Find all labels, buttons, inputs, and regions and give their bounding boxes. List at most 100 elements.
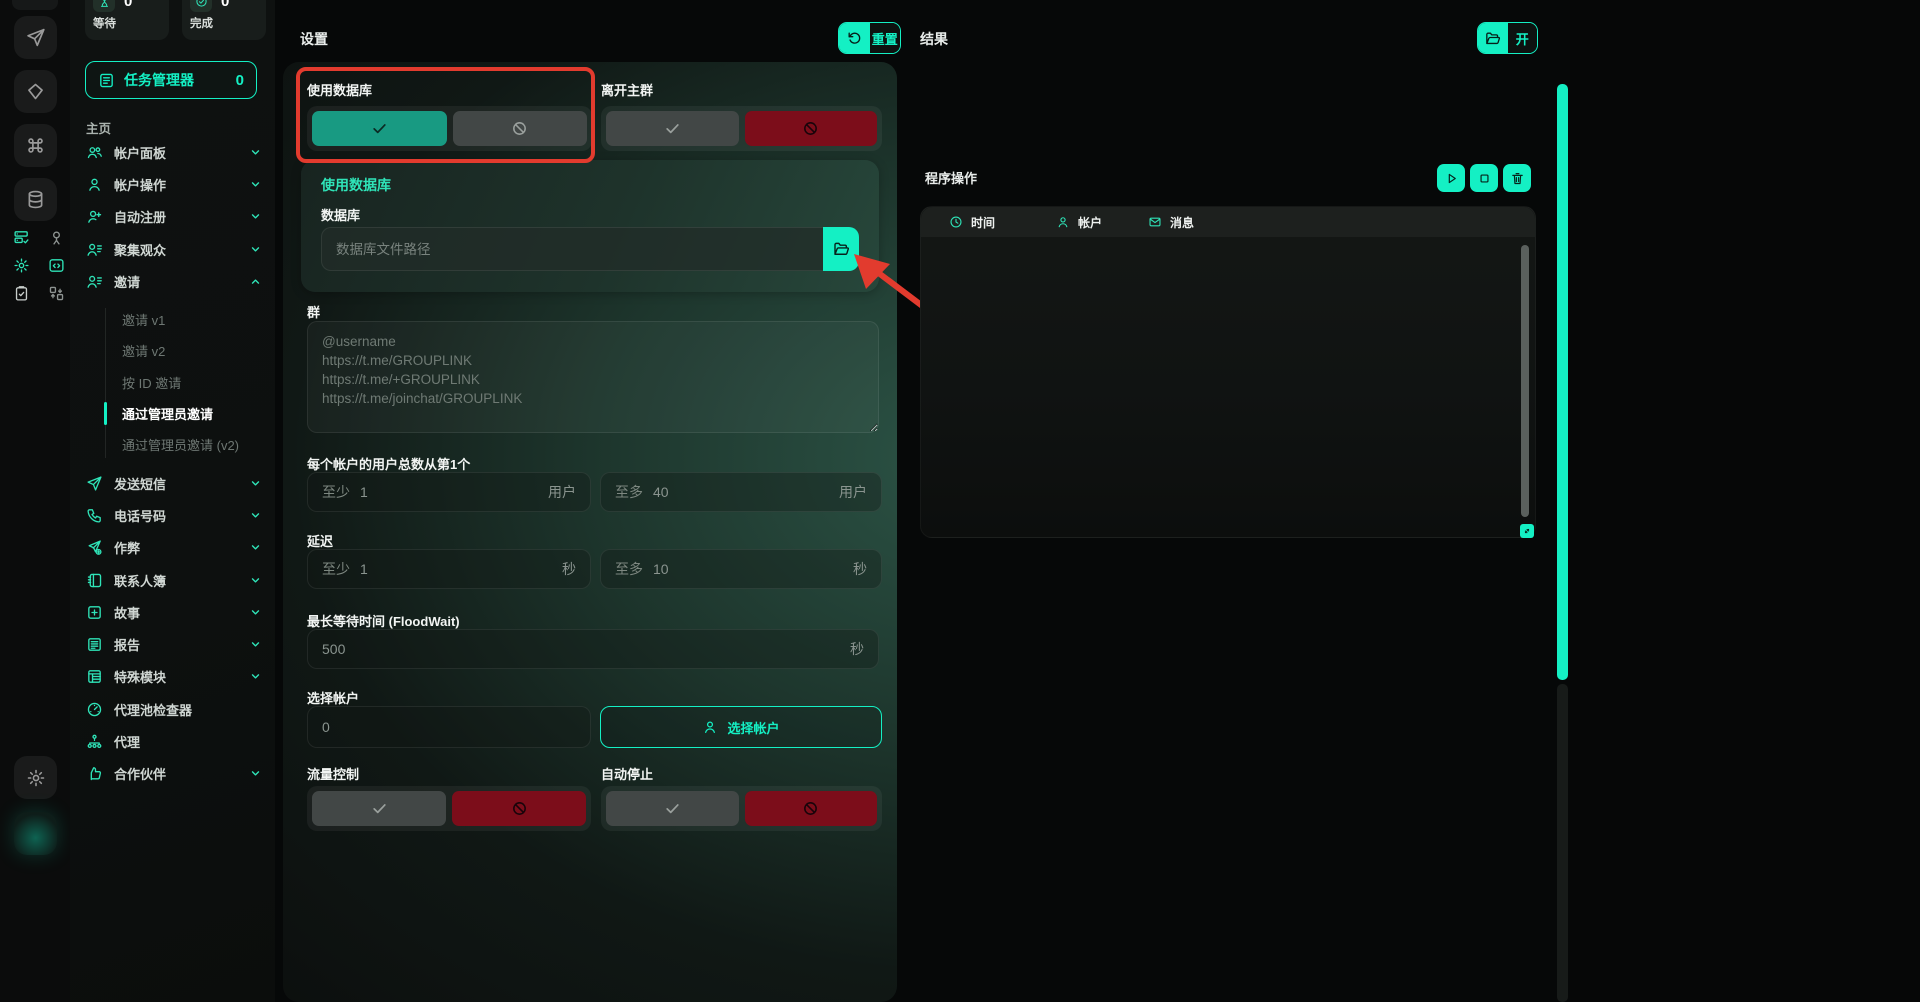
sidebar-item-label: 故事 [114, 603, 140, 622]
submenu-item-label: 邀请 v2 [122, 341, 165, 360]
gear-icon [26, 768, 46, 788]
gear-icon[interactable] [13, 257, 30, 274]
sidebar-item[interactable]: 特殊模块 [70, 661, 275, 693]
submenu-item[interactable]: 按 ID 邀请 [70, 367, 275, 398]
unit-suffix: 秒 [850, 639, 864, 659]
sidebar-item[interactable]: 帐户面板 [70, 136, 275, 168]
user-list-icon [86, 273, 103, 290]
sidebar-item[interactable]: 电话号码 [70, 499, 275, 531]
sidebar-item-home[interactable]: 主页 [86, 118, 111, 137]
floodwait-input[interactable]: 500 秒 [307, 629, 879, 669]
leave-group-no-button[interactable] [745, 111, 878, 146]
table-column-时间: 时间 [949, 214, 1056, 231]
clipboard-check-icon[interactable] [13, 285, 30, 302]
sidebar-item[interactable]: 报告 [70, 628, 275, 660]
chevron-down-icon [250, 639, 261, 650]
sidebar-item[interactable]: 邀请 [70, 265, 275, 297]
modules-icon [86, 668, 103, 685]
operations-label: 程序操作 [925, 168, 977, 187]
leave-group-yes-button[interactable] [606, 111, 739, 146]
users-max-input[interactable]: 至多 40 用户 [600, 472, 882, 512]
auto-stop-yes-button[interactable] [606, 791, 739, 826]
submenu-item[interactable]: 通过管理员邀请 (v2) [70, 429, 275, 460]
account-count-value: 0 [322, 719, 330, 735]
sidebar-item[interactable]: 合作伙伴 [70, 758, 275, 790]
use-database-yes-button[interactable] [312, 111, 447, 146]
delay-min-input[interactable]: 至少 1 秒 [307, 549, 591, 589]
sidebar-item-label: 发送短信 [114, 474, 166, 493]
rail-button-paper-plane-icon[interactable] [14, 16, 57, 59]
database-path-input[interactable] [321, 227, 823, 271]
user-icon [702, 719, 718, 735]
sidebar-item-label: 帐户操作 [114, 175, 166, 194]
table-scrollbar[interactable] [1521, 245, 1529, 517]
use-database-no-button[interactable] [453, 111, 588, 146]
reset-button[interactable]: 重置 [838, 22, 901, 54]
check-icon [371, 800, 388, 817]
sidebar-item[interactable]: 代理 [70, 725, 275, 757]
resize-icon [1522, 526, 1532, 536]
account-count-input[interactable]: 0 [307, 706, 591, 748]
user-search-icon[interactable] [48, 229, 65, 246]
server-check-icon[interactable] [13, 229, 30, 246]
group-links-textarea[interactable] [307, 321, 879, 433]
task-manager-label: 任务管理器 [124, 70, 194, 90]
glow-button[interactable] [14, 812, 57, 855]
window-scrollbar-track[interactable] [1557, 684, 1568, 1002]
rail-button-command-icon[interactable] [14, 124, 57, 167]
sidebar-item[interactable]: 代理池检查器 [70, 693, 275, 725]
sidebar-item[interactable]: 作弊 [70, 532, 275, 564]
delay-max-input[interactable]: 至多 10 秒 [600, 549, 882, 589]
task-list-icon [98, 72, 115, 89]
code-window-icon[interactable] [48, 257, 65, 274]
sidebar-item[interactable]: 帐户操作 [70, 168, 275, 200]
sidebar-item[interactable]: 聚集观众 [70, 233, 275, 265]
table-resize-grip[interactable] [1520, 524, 1534, 538]
swap-icon[interactable] [48, 285, 65, 302]
sidebar-item[interactable]: 故事 [70, 596, 275, 628]
phone-icon [86, 507, 103, 524]
settings-panel: 使用数据库 离开主群 使用数据库 数据库 群 每个帐户的用户总数从第1个 至少 … [283, 62, 897, 1002]
users-min-input[interactable]: 至少 1 用户 [307, 472, 591, 512]
rail-button-diamond-icon[interactable] [14, 70, 57, 113]
stat-card-waiting: 0 等待 [85, 0, 169, 40]
waiting-label: 等待 [93, 15, 161, 31]
chevron-up-icon [250, 276, 261, 287]
auto-stop-no-button[interactable] [745, 791, 878, 826]
clock-icon [949, 215, 963, 229]
select-account-button[interactable]: 选择帐户 [600, 706, 882, 748]
nav-group-1: 帐户面板帐户操作自动注册聚集观众邀请 [70, 136, 275, 297]
stop-button[interactable] [1470, 164, 1498, 192]
sidebar-item-label: 聚集观众 [114, 240, 166, 259]
browse-folder-button[interactable] [823, 227, 859, 271]
sidebar-item-label: 帐户面板 [114, 143, 166, 162]
sidebar-item[interactable]: 自动注册 [70, 201, 275, 233]
submenu-item-active[interactable]: 通过管理员邀请 [70, 398, 275, 429]
play-button[interactable] [1437, 164, 1465, 192]
report-icon [86, 636, 103, 653]
window-scrollbar-thumb[interactable] [1557, 84, 1568, 680]
sidebar-item[interactable]: 发送短信 [70, 467, 275, 499]
desktop-background [1570, 0, 1920, 1002]
rail-top-partial-button[interactable] [12, 0, 58, 10]
traffic-no-button[interactable] [452, 791, 586, 826]
open-button[interactable]: 开 [1477, 22, 1538, 54]
group-label: 群 [307, 302, 320, 321]
no-sign-icon [511, 800, 528, 817]
reset-label: 重置 [870, 23, 901, 53]
user-icon [1056, 215, 1070, 229]
settings-gear-button[interactable] [14, 756, 57, 799]
rail-button-database-icon[interactable] [14, 178, 57, 221]
submenu-item[interactable]: 邀请 v1 [70, 304, 275, 335]
max-value: 10 [653, 561, 669, 577]
stat-card-done: 0 完成 [182, 0, 266, 40]
folder-open-icon [1478, 23, 1508, 53]
unit-suffix: 秒 [562, 559, 576, 579]
traffic-yes-button[interactable] [312, 791, 446, 826]
submenu-item[interactable]: 邀请 v2 [70, 335, 275, 366]
leave-group-toggle [601, 106, 882, 151]
chevron-down-icon [250, 244, 261, 255]
task-manager-button[interactable]: 任务管理器 0 [85, 61, 257, 99]
trash-button[interactable] [1503, 164, 1531, 192]
sidebar-item[interactable]: 联系人簿 [70, 564, 275, 596]
